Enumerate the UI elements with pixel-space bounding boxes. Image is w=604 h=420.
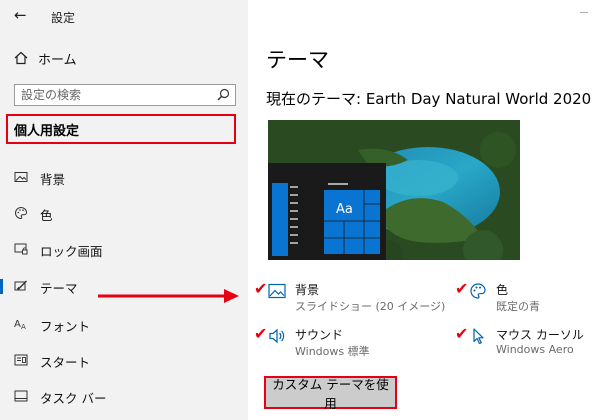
setting-value: Windows Aero <box>496 343 574 356</box>
font-icon: A A <box>14 319 26 331</box>
theme-preview: Aa <box>268 120 520 260</box>
picture-icon <box>14 172 28 182</box>
red-check-icon: ✔ <box>455 324 469 343</box>
sidebar-item-label: ロック画面 <box>40 244 103 259</box>
sidebar-item-label: スタート <box>40 355 91 370</box>
taskbar-icon <box>14 390 28 402</box>
home-label: ホーム <box>38 52 77 68</box>
preview-sample-text: Aa <box>336 202 353 217</box>
active-indicator <box>0 279 3 294</box>
red-annotation-arrow-icon <box>98 289 239 303</box>
use-custom-theme-button[interactable]: カスタム テーマを使用 <box>264 376 397 411</box>
sidebar: ← 設定 ホーム 個人用設定 背景 色 <box>0 0 248 420</box>
search-icon[interactable] <box>217 88 230 101</box>
sidebar-item-background[interactable]: 背景 <box>0 164 248 190</box>
sidebar-item-label: テーマ <box>40 281 78 296</box>
sidebar-item-label: タスク バー <box>40 391 107 406</box>
sidebar-item-label: フォント <box>40 319 91 334</box>
sidebar-item-taskbar[interactable]: タスク バー <box>0 383 248 409</box>
palette-icon <box>15 206 28 220</box>
sidebar-item-label: 背景 <box>40 172 66 187</box>
home-link[interactable]: ホーム <box>14 47 77 69</box>
red-check-icon: ✔ <box>455 279 469 298</box>
minimize-icon[interactable] <box>580 12 588 13</box>
back-arrow-icon[interactable]: ← <box>14 6 27 24</box>
setting-label: サウンド <box>295 328 344 342</box>
sidebar-item-lock-screen[interactable]: ロック画面 <box>0 236 248 262</box>
sidebar-item-label: 色 <box>40 208 53 223</box>
lock-screen-icon <box>14 243 28 255</box>
svg-text:A: A <box>14 319 21 330</box>
search-box[interactable] <box>14 84 236 106</box>
sidebar-item-start[interactable]: スタート <box>0 347 248 373</box>
setting-label: 背景 <box>295 283 320 297</box>
svg-text:A: A <box>21 323 26 331</box>
setting-value: Windows 標準 <box>295 345 370 358</box>
red-check-icon: ✔ <box>254 279 268 298</box>
palette-icon <box>470 283 486 299</box>
start-icon <box>14 354 28 366</box>
setting-value: スライドショー (20 イメージ) <box>295 300 446 313</box>
theme-preview-image <box>268 120 520 260</box>
window-title: 設定 <box>51 11 76 25</box>
sidebar-item-color[interactable]: 色 <box>0 200 248 226</box>
setting-label: 色 <box>496 283 509 297</box>
red-check-icon: ✔ <box>254 324 268 343</box>
sidebar-item-fonts[interactable]: A A フォント <box>0 311 248 337</box>
speaker-icon <box>269 328 285 344</box>
theme-brush-icon <box>14 280 27 291</box>
setting-label: マウス カーソル <box>496 328 584 342</box>
page-title: テーマ <box>266 48 329 72</box>
setting-value: 既定の青 <box>496 300 540 313</box>
picture-icon <box>268 283 286 299</box>
mouse-cursor-icon <box>473 328 484 344</box>
section-header: 個人用設定 <box>6 114 236 144</box>
home-icon <box>14 51 28 65</box>
search-input[interactable] <box>21 86 211 104</box>
current-theme-label: 現在のテーマ: Earth Day Natural World 2020 <box>266 90 592 108</box>
